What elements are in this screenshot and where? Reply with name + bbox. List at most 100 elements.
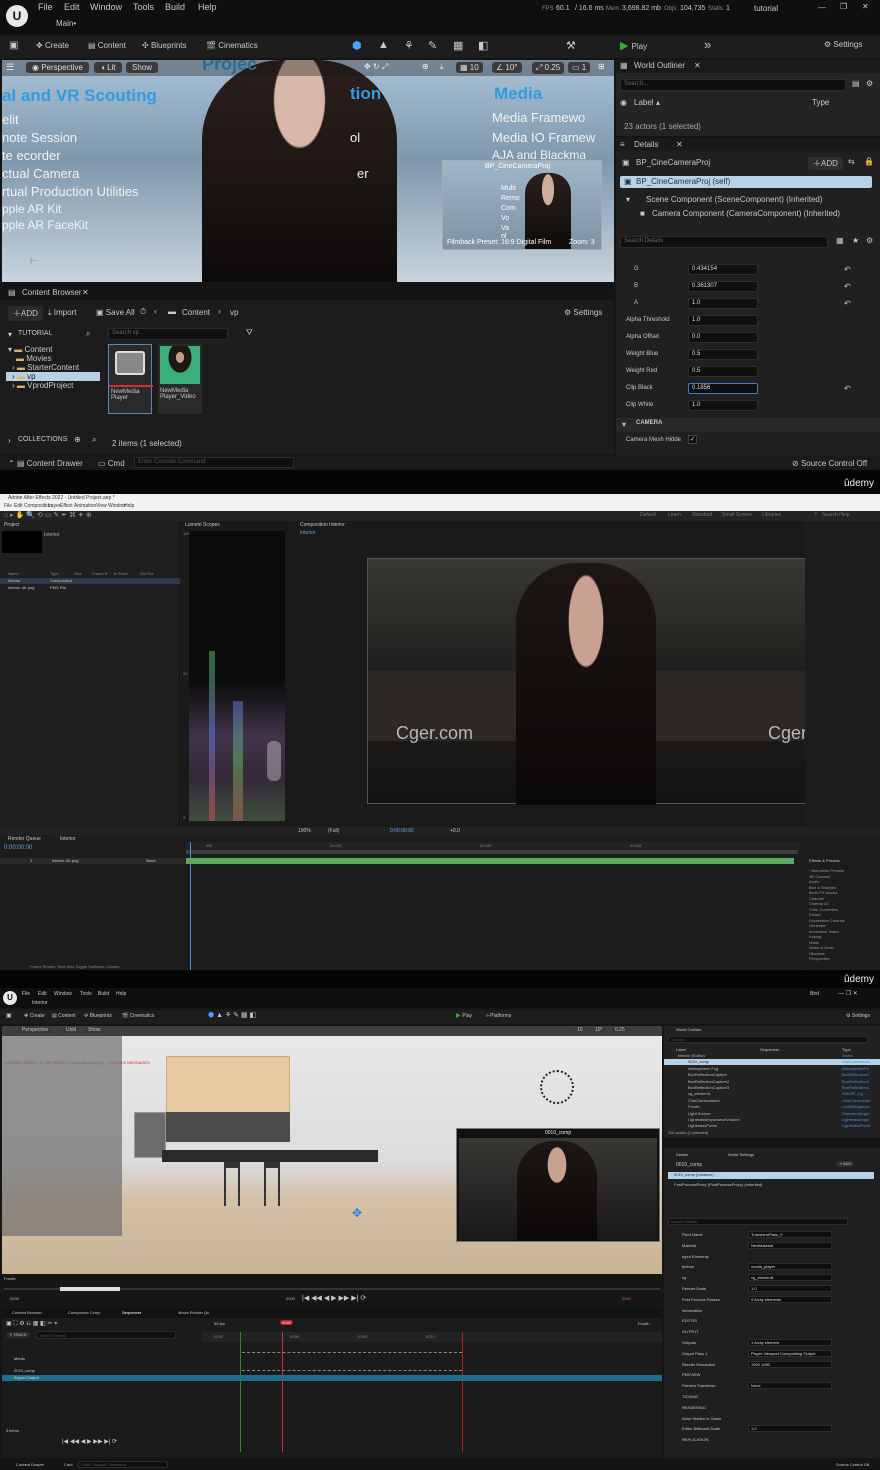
effects-category[interactable]: Blur & Sharpen: [809, 885, 836, 890]
visibility-icon[interactable]: ◉: [620, 98, 627, 107]
ae-menu-animation[interactable]: Animation: [74, 503, 96, 509]
menu-file[interactable]: File: [38, 2, 53, 12]
mesh-paint-icon[interactable]: ✎: [428, 39, 437, 52]
filter-icon[interactable]: ⛛: [246, 328, 253, 338]
show-button[interactable]: Show: [84, 1027, 105, 1033]
effects-category[interactable]: Noise & Grain: [809, 945, 834, 950]
rotation-snap[interactable]: ∠ 10°: [492, 62, 522, 73]
lock-icon[interactable]: 🔒: [864, 157, 874, 166]
prop-value[interactable]: 1.0: [688, 400, 758, 411]
select-mode-icon[interactable]: ⬢: [352, 39, 362, 52]
prop-value[interactable]: 1.0: [748, 1425, 832, 1433]
blueprint-icon[interactable]: ⇆: [848, 157, 855, 166]
content-browser-close-icon[interactable]: ✕: [82, 288, 89, 297]
add-collection-icon[interactable]: ⊕: [74, 435, 81, 444]
effects-category[interactable]: Channel: [809, 896, 824, 901]
perspective-button[interactable]: Perspective: [18, 1027, 53, 1033]
component-postprocess[interactable]: PostProcessProxy (PostProcessProxy) (Inh…: [674, 1182, 762, 1187]
ae-tools[interactable]: ⌂ ▸ ✋ 🔍 ⟲ ▭ ✎ ✒ ⌘ ✦ ⊕: [4, 511, 92, 519]
window-controls-icon[interactable]: — ❐ ✕: [838, 990, 858, 997]
prop-value[interactable]: 0.1856: [688, 383, 758, 394]
play-button[interactable]: ▶ Play: [620, 39, 647, 52]
composition-crumb[interactable]: Interior: [300, 530, 316, 536]
level-viewport[interactable]: Projec al and VR Scouting elit note Sess…: [2, 60, 614, 282]
viewport-menu-icon[interactable]: ☰: [6, 62, 14, 73]
menu-window[interactable]: Window: [54, 991, 72, 997]
reset-icon[interactable]: ↶: [844, 265, 851, 274]
tab-composure[interactable]: Composure Comp: [68, 1310, 100, 1315]
fracture-icon[interactable]: ◧: [478, 39, 488, 52]
breadcrumb-content[interactable]: Content: [182, 308, 210, 317]
content-button[interactable]: ▤ Content: [52, 1013, 76, 1019]
landscape-icon[interactable]: ▲: [378, 39, 389, 51]
outliner-row[interactable]: Fourth LevelSequence: [664, 1104, 880, 1110]
outliner-col-label[interactable]: Label: [676, 1047, 686, 1052]
outliner-close-icon[interactable]: ✕: [694, 61, 701, 70]
lumetri-tab[interactable]: Lumetri Scopes: [185, 522, 220, 528]
menu-window[interactable]: Window: [90, 2, 122, 12]
layer-name[interactable]: Interior-4K.png: [52, 858, 78, 863]
project-col-name[interactable]: Name: [8, 571, 19, 576]
details-search[interactable]: Search Details: [620, 236, 828, 248]
content-browser-tab[interactable]: Content Browser: [22, 288, 82, 297]
outliner-row[interactable]: 0010_comp CineCameraAct: [664, 1059, 880, 1066]
track-export[interactable]: Export Output: [14, 1375, 39, 1380]
viewer-time[interactable]: 0:00:00:00: [390, 828, 414, 834]
minimize-icon[interactable]: —: [818, 3, 826, 12]
save-icon[interactable]: ▣: [9, 40, 18, 51]
outliner-col-label[interactable]: Label: [634, 98, 654, 107]
menu-tools[interactable]: Tools: [133, 2, 154, 12]
track-search[interactable]: Search Tracks: [36, 1331, 176, 1339]
collections-expand-icon[interactable]: ›: [8, 436, 11, 445]
outliner-row[interactable]: Light Source DirectionalLight: [664, 1111, 880, 1117]
project-col-inpoint[interactable]: In Point: [114, 571, 128, 576]
workspace-default[interactable]: Default: [640, 512, 656, 518]
ae-menu-effect[interactable]: Effect: [60, 503, 73, 509]
close-icon[interactable]: ✕: [862, 2, 869, 11]
menu-build[interactable]: Build: [98, 991, 109, 997]
workspace-small[interactable]: Small Screen: [722, 512, 752, 518]
play-button[interactable]: ▶ Play: [456, 1012, 472, 1019]
timeline-ruler[interactable]: [186, 842, 800, 850]
layer-bar[interactable]: [186, 858, 794, 864]
track-media[interactable]: Media: [14, 1356, 25, 1361]
build-icon[interactable]: ⚒: [566, 39, 576, 52]
grid-snap[interactable]: ▦ 10: [456, 62, 483, 73]
menu-help[interactable]: Help: [198, 2, 217, 12]
ue-logo-icon[interactable]: U: [3, 991, 17, 1005]
composition-frame[interactable]: Cger.com Cger.com: [367, 558, 845, 805]
media-track-bar[interactable]: [242, 1352, 462, 1360]
ae-search-help[interactable]: Search Help: [822, 512, 850, 518]
ae-menu-view[interactable]: View: [96, 503, 107, 509]
component-camera[interactable]: Camera Component (CameraComponent) (Inhe…: [652, 209, 840, 218]
outliner-tab[interactable]: World Outliner: [634, 61, 685, 70]
workspace-learn[interactable]: Learn: [668, 512, 681, 518]
prop-value[interactable]: 1.0: [748, 1285, 832, 1292]
outliner-col-sequencer[interactable]: Sequencer: [760, 1047, 779, 1052]
workspace-libraries[interactable]: Libraries: [762, 512, 781, 518]
prop-value[interactable]: 1.0: [688, 315, 758, 326]
outliner-row[interactable]: BoxReflectionCapture3 BoxReflectionC: [664, 1085, 880, 1091]
import-button[interactable]: ⤓ Import: [48, 308, 76, 318]
content-drawer-button[interactable]: ⌃ ▤ Content Drawer: [8, 459, 83, 468]
gizmo-icon[interactable]: ✥: [352, 1206, 362, 1220]
work-area-bar[interactable]: [186, 850, 798, 854]
component-self[interactable]: BP_CineCameraProj (self): [636, 177, 730, 186]
composition-tab[interactable]: Composition Interior: [300, 522, 345, 528]
cmd-dropdown[interactable]: ▭ Cmd: [98, 459, 125, 468]
outliner-row[interactable]: Atmospheric Fog AtmosphericFo: [664, 1066, 880, 1072]
reset-icon[interactable]: ↶: [844, 299, 851, 308]
menu-edit[interactable]: Edit: [38, 991, 47, 997]
content-drawer-button[interactable]: Content Drawer: [16, 1462, 44, 1467]
blueprints-button[interactable]: ✣ Blueprints: [142, 41, 187, 50]
effects-category[interactable]: Keying: [809, 934, 821, 939]
viewer-exposure[interactable]: +0.0: [450, 828, 460, 834]
effects-category[interactable]: Perspective: [809, 956, 830, 961]
save-icon[interactable]: ▣: [6, 1012, 12, 1019]
outliner-row[interactable]: cg_element1 Edit BP_Cg: [664, 1091, 880, 1097]
reset-icon[interactable]: ↶: [844, 384, 851, 393]
folder-vprodproject[interactable]: › ▬ VprodProject: [12, 381, 73, 390]
mode-icons[interactable]: ⬢ ▲ ⚘ ✎ ▦ ◧: [208, 1011, 256, 1019]
project-row-name[interactable]: Interior-4K.png: [8, 585, 34, 590]
viewport-layout-icon[interactable]: ⊞: [598, 62, 605, 71]
